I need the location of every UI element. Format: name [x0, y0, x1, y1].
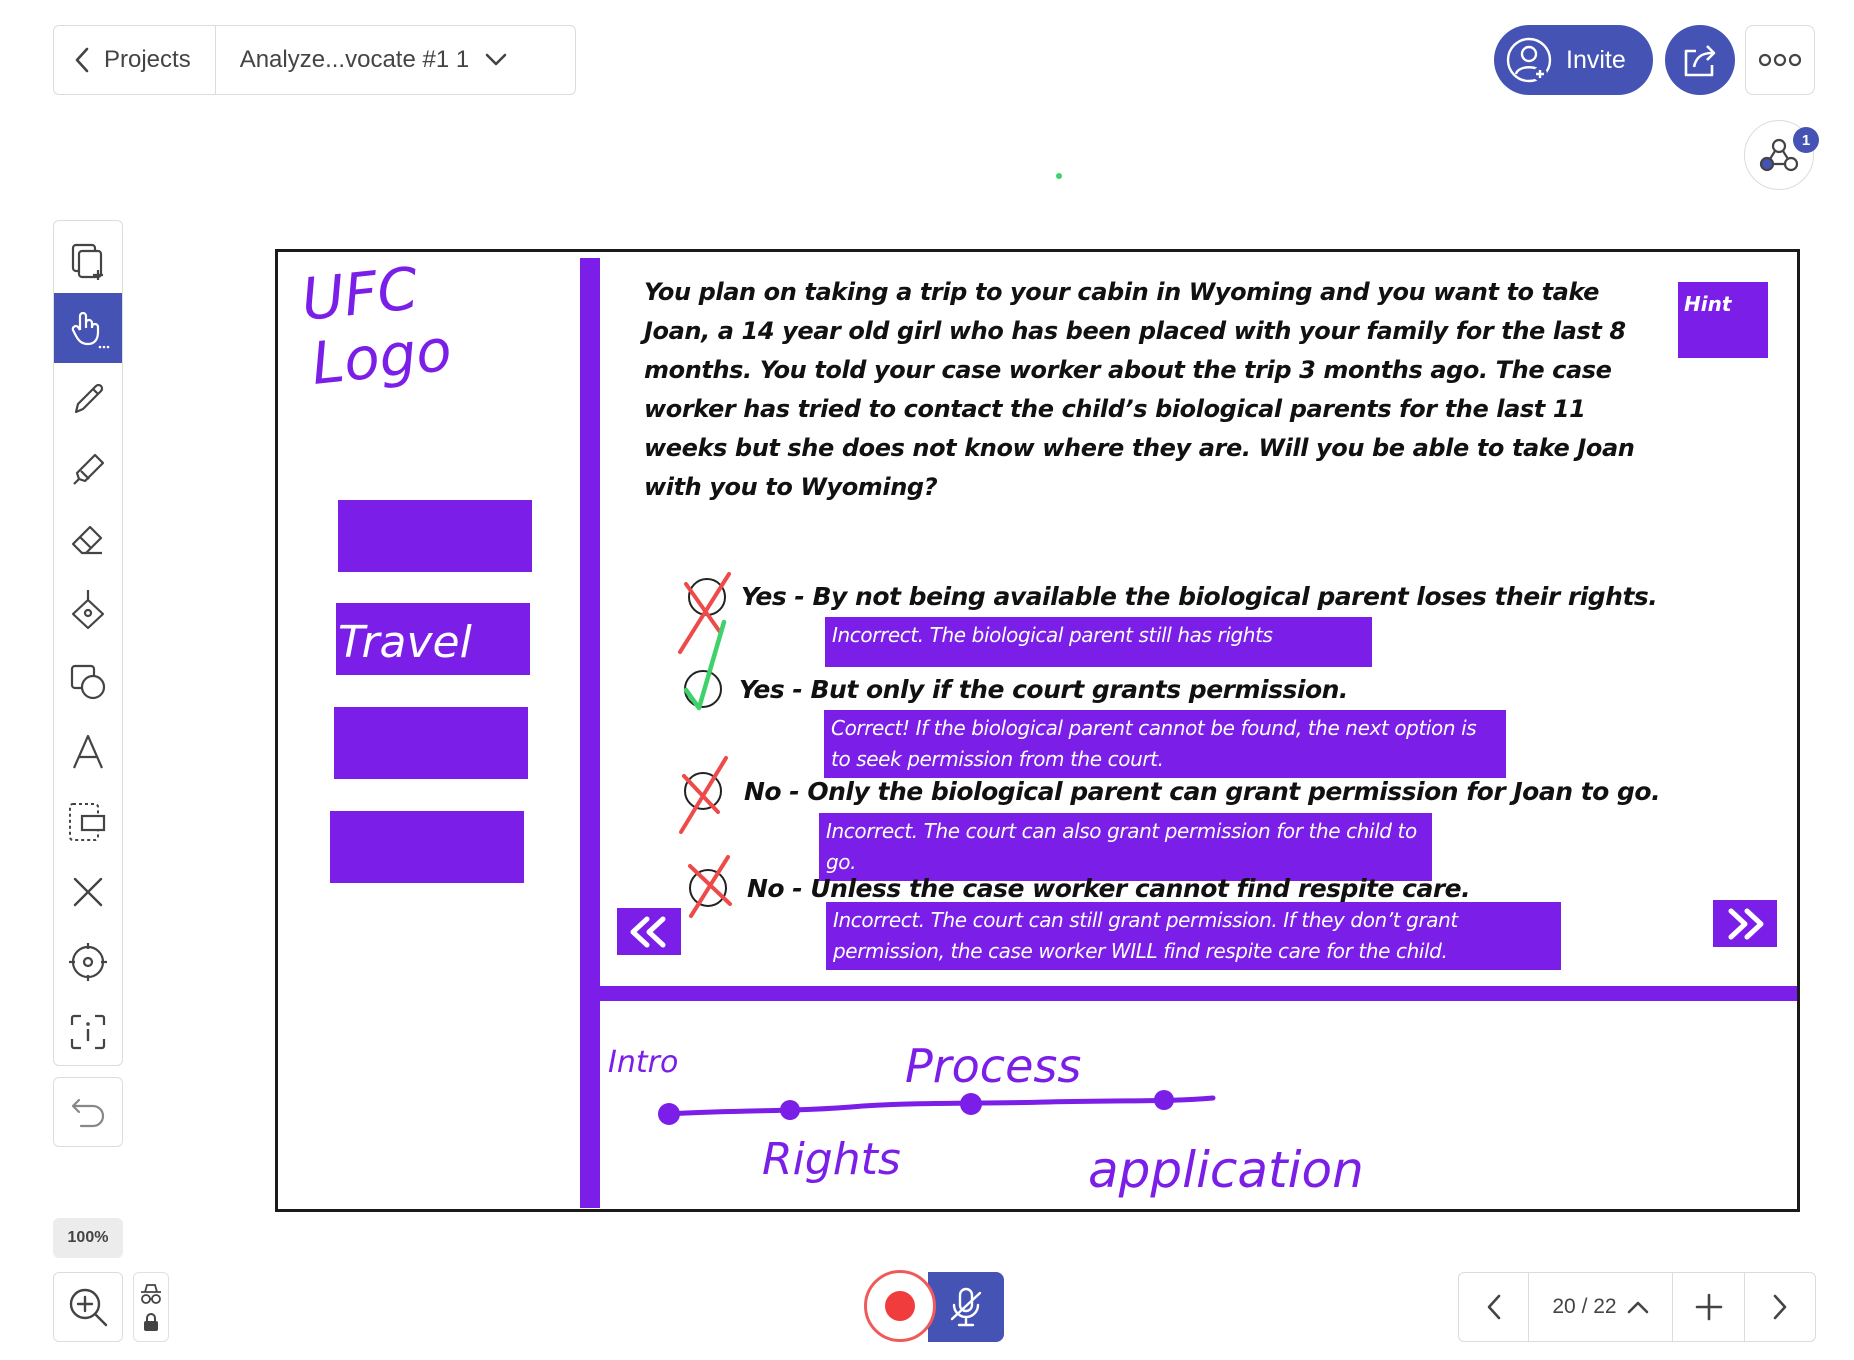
answer-radio-1[interactable]: [688, 578, 726, 616]
answer-option-1[interactable]: Yes - By not being available the biologi…: [741, 582, 1658, 611]
invite-label: Invite: [1566, 45, 1626, 74]
page-indicator[interactable]: 20 / 22: [1529, 1273, 1673, 1341]
double-chevron-left-icon: [630, 916, 666, 947]
chevron-left-icon: [75, 47, 89, 73]
zoom-in-button[interactable]: [53, 1272, 123, 1342]
ufc-logo-handwriting: UFC Logo: [298, 254, 454, 398]
question-text: You plan on taking a trip to your cabin …: [644, 278, 1635, 501]
project-title: Analyze...vocate #1 1: [239, 46, 470, 73]
pencil-icon: [74, 383, 104, 414]
presence-indicator: [1056, 173, 1062, 179]
answer-option-2[interactable]: Yes - But only if the court grants permi…: [739, 675, 1348, 704]
zoom-in-icon: [69, 1288, 108, 1327]
vertical-divider: [580, 258, 600, 1208]
next-page-button[interactable]: [1745, 1273, 1815, 1341]
timeline-label-application: application: [1088, 1141, 1364, 1199]
add-page-tool[interactable]: [54, 227, 122, 297]
answer-radio-2[interactable]: [684, 670, 722, 708]
back-label: Projects: [104, 46, 191, 73]
shapes-tool[interactable]: [54, 647, 122, 717]
page-number: 20 / 22: [1552, 1295, 1617, 1318]
record-icon: [885, 1291, 915, 1321]
timeline-label-intro: Intro: [608, 1045, 678, 1080]
zoom-level-indicator[interactable]: 100%: [53, 1218, 123, 1258]
frame-info-tool[interactable]: [54, 997, 122, 1067]
slide-canvas[interactable]: You plan on taking a trip to your cabin …: [275, 249, 1800, 1212]
chevron-down-icon: [485, 53, 507, 66]
hand-icon: [71, 311, 110, 349]
svg-text:Logo: Logo: [308, 316, 454, 398]
user-lock-toggle[interactable]: [133, 1272, 169, 1342]
progress-timeline: Intro Rights Process application: [608, 1039, 1364, 1199]
invite-button[interactable]: Invite: [1494, 25, 1653, 95]
chevron-up-icon: [1627, 1301, 1648, 1314]
chevron-left-icon: [1487, 1294, 1500, 1320]
tool-palette: [53, 220, 123, 1066]
add-page-icon: [71, 243, 103, 280]
slide-forward-button[interactable]: [1713, 900, 1777, 947]
breadcrumb: Projects Analyze...vocate #1 1: [53, 25, 576, 95]
previous-page-button[interactable]: [1459, 1273, 1529, 1341]
answer-feedback-4: Incorrect. The court can still grant per…: [826, 902, 1561, 970]
answer-option-4[interactable]: No - Unless the case worker cannot find …: [747, 874, 1471, 903]
add-user-icon: [1506, 37, 1552, 83]
mic-off-icon: [950, 1287, 982, 1327]
text-icon: [72, 734, 104, 769]
plus-icon: [1695, 1293, 1722, 1321]
hand-pan-tool[interactable]: [54, 293, 122, 363]
answer-radio-3[interactable]: [684, 772, 722, 810]
close-icon: [73, 877, 103, 907]
highlighter-tool[interactable]: [54, 435, 122, 505]
back-to-projects-button[interactable]: Projects: [54, 26, 216, 94]
chevron-right-icon: [1773, 1294, 1787, 1320]
collaborator-count-badge: 1: [1793, 127, 1819, 153]
eraser-tool[interactable]: [54, 505, 122, 575]
answer-radio-4[interactable]: [689, 869, 727, 907]
collaborators-button[interactable]: 1: [1744, 120, 1819, 190]
crosshair-icon: [69, 943, 107, 981]
answer-feedback-1: Incorrect. The biological parent still h…: [825, 617, 1372, 667]
share-button[interactable]: [1665, 25, 1735, 95]
undo-button[interactable]: [53, 1077, 123, 1147]
share-icon: [1684, 45, 1716, 77]
answer-feedback-3: Incorrect. The court can also grant perm…: [819, 813, 1432, 881]
microphone-toggle[interactable]: [928, 1272, 1004, 1342]
answer-option-3[interactable]: No - Only the biological parent can gran…: [744, 777, 1661, 806]
sidebar-menu-box-4[interactable]: [330, 811, 524, 883]
text-tool[interactable]: [54, 717, 122, 787]
pen-tool[interactable]: [54, 365, 122, 435]
record-button[interactable]: [864, 1270, 936, 1342]
page-navigator: 20 / 22: [1458, 1272, 1816, 1342]
project-title-dropdown[interactable]: Analyze...vocate #1 1: [216, 46, 507, 74]
incognito-icon: [141, 1284, 161, 1304]
more-icon: [1758, 53, 1802, 67]
horizontal-divider: [600, 986, 1797, 1001]
sidebar-menu-box-travel[interactable]: [336, 603, 530, 675]
timeline-label-process: Process: [905, 1039, 1081, 1093]
pen-nib-icon: [71, 590, 105, 630]
add-page-button[interactable]: [1673, 1273, 1745, 1341]
hint-button[interactable]: Hint: [1678, 282, 1768, 358]
highlighter-icon: [73, 453, 105, 485]
fill-tool[interactable]: [54, 575, 122, 645]
lock-icon: [144, 1313, 158, 1331]
shapes-icon: [70, 664, 106, 700]
laser-pointer-tool[interactable]: [54, 927, 122, 997]
slide-back-button[interactable]: [617, 908, 681, 955]
undo-icon: [71, 1098, 105, 1128]
double-chevron-right-icon: [1728, 908, 1764, 939]
select-area-tool[interactable]: [54, 787, 122, 857]
sidebar-menu-box-1[interactable]: [338, 500, 532, 572]
more-options-button[interactable]: [1745, 25, 1815, 95]
lasso-select-icon: [69, 803, 106, 841]
svg-text:UFC: UFC: [298, 254, 421, 334]
sidebar-menu-box-3[interactable]: [334, 707, 528, 779]
close-tool[interactable]: [54, 857, 122, 927]
answer-feedback-2: Correct! If the biological parent cannot…: [824, 710, 1506, 778]
eraser-icon: [71, 525, 103, 555]
timeline-label-rights: Rights: [762, 1134, 901, 1185]
focus-frame-icon: [70, 1014, 106, 1050]
